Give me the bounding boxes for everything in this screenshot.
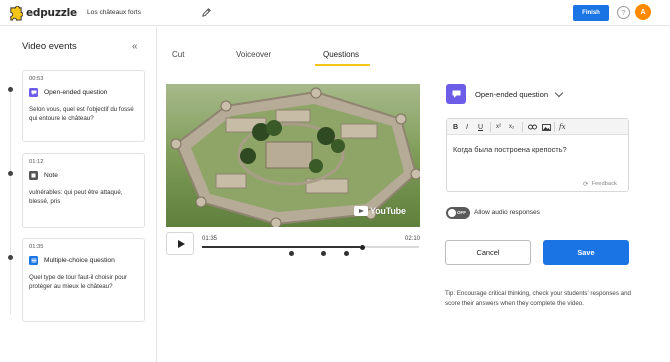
toggle-knob (448, 209, 456, 217)
question-editor[interactable]: B I U x² x₂ fx Когда была построена креп… (446, 118, 629, 192)
event-text: Quel type de tour faut-il choisir pour p… (29, 274, 128, 291)
question-circle-icon[interactable]: ? (617, 6, 630, 19)
project-title[interactable]: Los châteaux forts (87, 9, 141, 16)
progress-knob[interactable] (360, 244, 365, 250)
question-marker[interactable] (321, 251, 326, 256)
save-button[interactable]: Save (543, 240, 629, 265)
youtube-icon (354, 206, 368, 216)
event-time: 01:35 (29, 244, 44, 250)
speech-bubble-icon (446, 84, 466, 104)
toolbar-divider (554, 122, 555, 132)
question-text[interactable]: Когда была построена крепость? (453, 145, 567, 154)
question-type-selector[interactable]: Open-ended question (446, 84, 564, 104)
refresh-icon: ⟳ (583, 181, 589, 188)
progress-track[interactable] (202, 246, 419, 248)
toolbar-divider (490, 122, 491, 132)
collapse-icon[interactable]: « (132, 41, 138, 52)
cancel-button[interactable]: Cancel (445, 240, 531, 265)
timeline-dot (8, 255, 13, 260)
event-text: vulnérables: qui peut être attaqué, bles… (29, 189, 123, 206)
image-icon[interactable] (541, 121, 551, 133)
progress-fill (202, 246, 361, 248)
play-icon (177, 239, 185, 248)
tab-cut[interactable]: Cut (172, 50, 184, 59)
play-button[interactable] (166, 232, 194, 255)
superscript-button[interactable]: x² (496, 121, 501, 133)
event-card-multiple-choice[interactable]: 01:35 Multiple-choice question Quel type… (22, 238, 145, 322)
question-type-label: Open-ended question (475, 89, 549, 99)
video-events-sidebar: Video events « 00:53 Open-ended question… (0, 26, 157, 362)
event-time: 01:12 (29, 159, 44, 165)
bold-button[interactable]: B (453, 121, 458, 133)
current-time: 01:35 (202, 236, 218, 242)
event-text: Selon vous, quel est l'objectif du fossé… (29, 106, 134, 123)
event-type-label: Open-ended question (44, 89, 108, 96)
timeline-line (10, 86, 11, 314)
question-marker[interactable] (289, 251, 294, 256)
underline-button[interactable]: U (478, 121, 483, 133)
sidebar-title: Video events (22, 41, 77, 52)
list-icon (29, 256, 38, 265)
tab-questions[interactable]: Questions (323, 50, 359, 59)
subscript-button[interactable]: x₂ (509, 121, 514, 133)
note-icon (29, 171, 38, 180)
feedback-label: Feedback (591, 181, 617, 187)
total-time: 02:10 (405, 236, 421, 242)
timeline-dot (8, 171, 13, 176)
youtube-label: YouTube (370, 206, 406, 216)
question-marker[interactable] (344, 251, 349, 256)
tab-voiceover[interactable]: Voiceover (236, 50, 271, 59)
event-type: Note (29, 171, 138, 180)
event-type: Open-ended question (29, 88, 138, 97)
chevron-down-icon (554, 88, 564, 97)
brand-name: edpuzzle (26, 7, 77, 19)
youtube-watermark: YouTube (354, 206, 406, 216)
toggle-state: OFF (457, 210, 466, 215)
speech-bubble-icon (29, 88, 38, 97)
toolbar-divider (522, 122, 523, 132)
event-time: 00:53 (29, 76, 44, 82)
event-type: Multiple-choice question (29, 256, 138, 265)
audio-response-toggle[interactable]: OFF (446, 207, 470, 219)
finish-button[interactable]: Finish (573, 5, 609, 21)
top-bar: edpuzzle Los châteaux forts Finish ? A (0, 0, 670, 26)
event-card-open-ended[interactable]: 00:53 Open-ended question Selon vous, qu… (22, 70, 145, 142)
avatar[interactable]: A (635, 4, 651, 20)
feedback-link[interactable]: ⟳ Feedback (583, 180, 617, 188)
formula-button[interactable]: fx (559, 121, 566, 133)
event-card-note[interactable]: 01:12 Note vulnérables: qui peut être at… (22, 153, 145, 228)
event-type-label: Note (44, 172, 58, 179)
tip-text: Tip: Encourage critical thinking, check … (445, 290, 631, 307)
event-type-label: Multiple-choice question (44, 257, 115, 264)
link-icon[interactable] (527, 121, 537, 133)
edpuzzle-logo[interactable]: edpuzzle (8, 5, 77, 21)
timeline-dot (8, 87, 13, 92)
active-tab-indicator (315, 64, 370, 66)
editor-toolbar: B I U x² x₂ fx (447, 119, 628, 135)
audio-response-label: Allow audio responses (474, 209, 540, 216)
edpuzzle-logo-icon (10, 5, 23, 21)
pencil-icon[interactable] (201, 7, 212, 18)
italic-button[interactable]: I (466, 121, 468, 133)
